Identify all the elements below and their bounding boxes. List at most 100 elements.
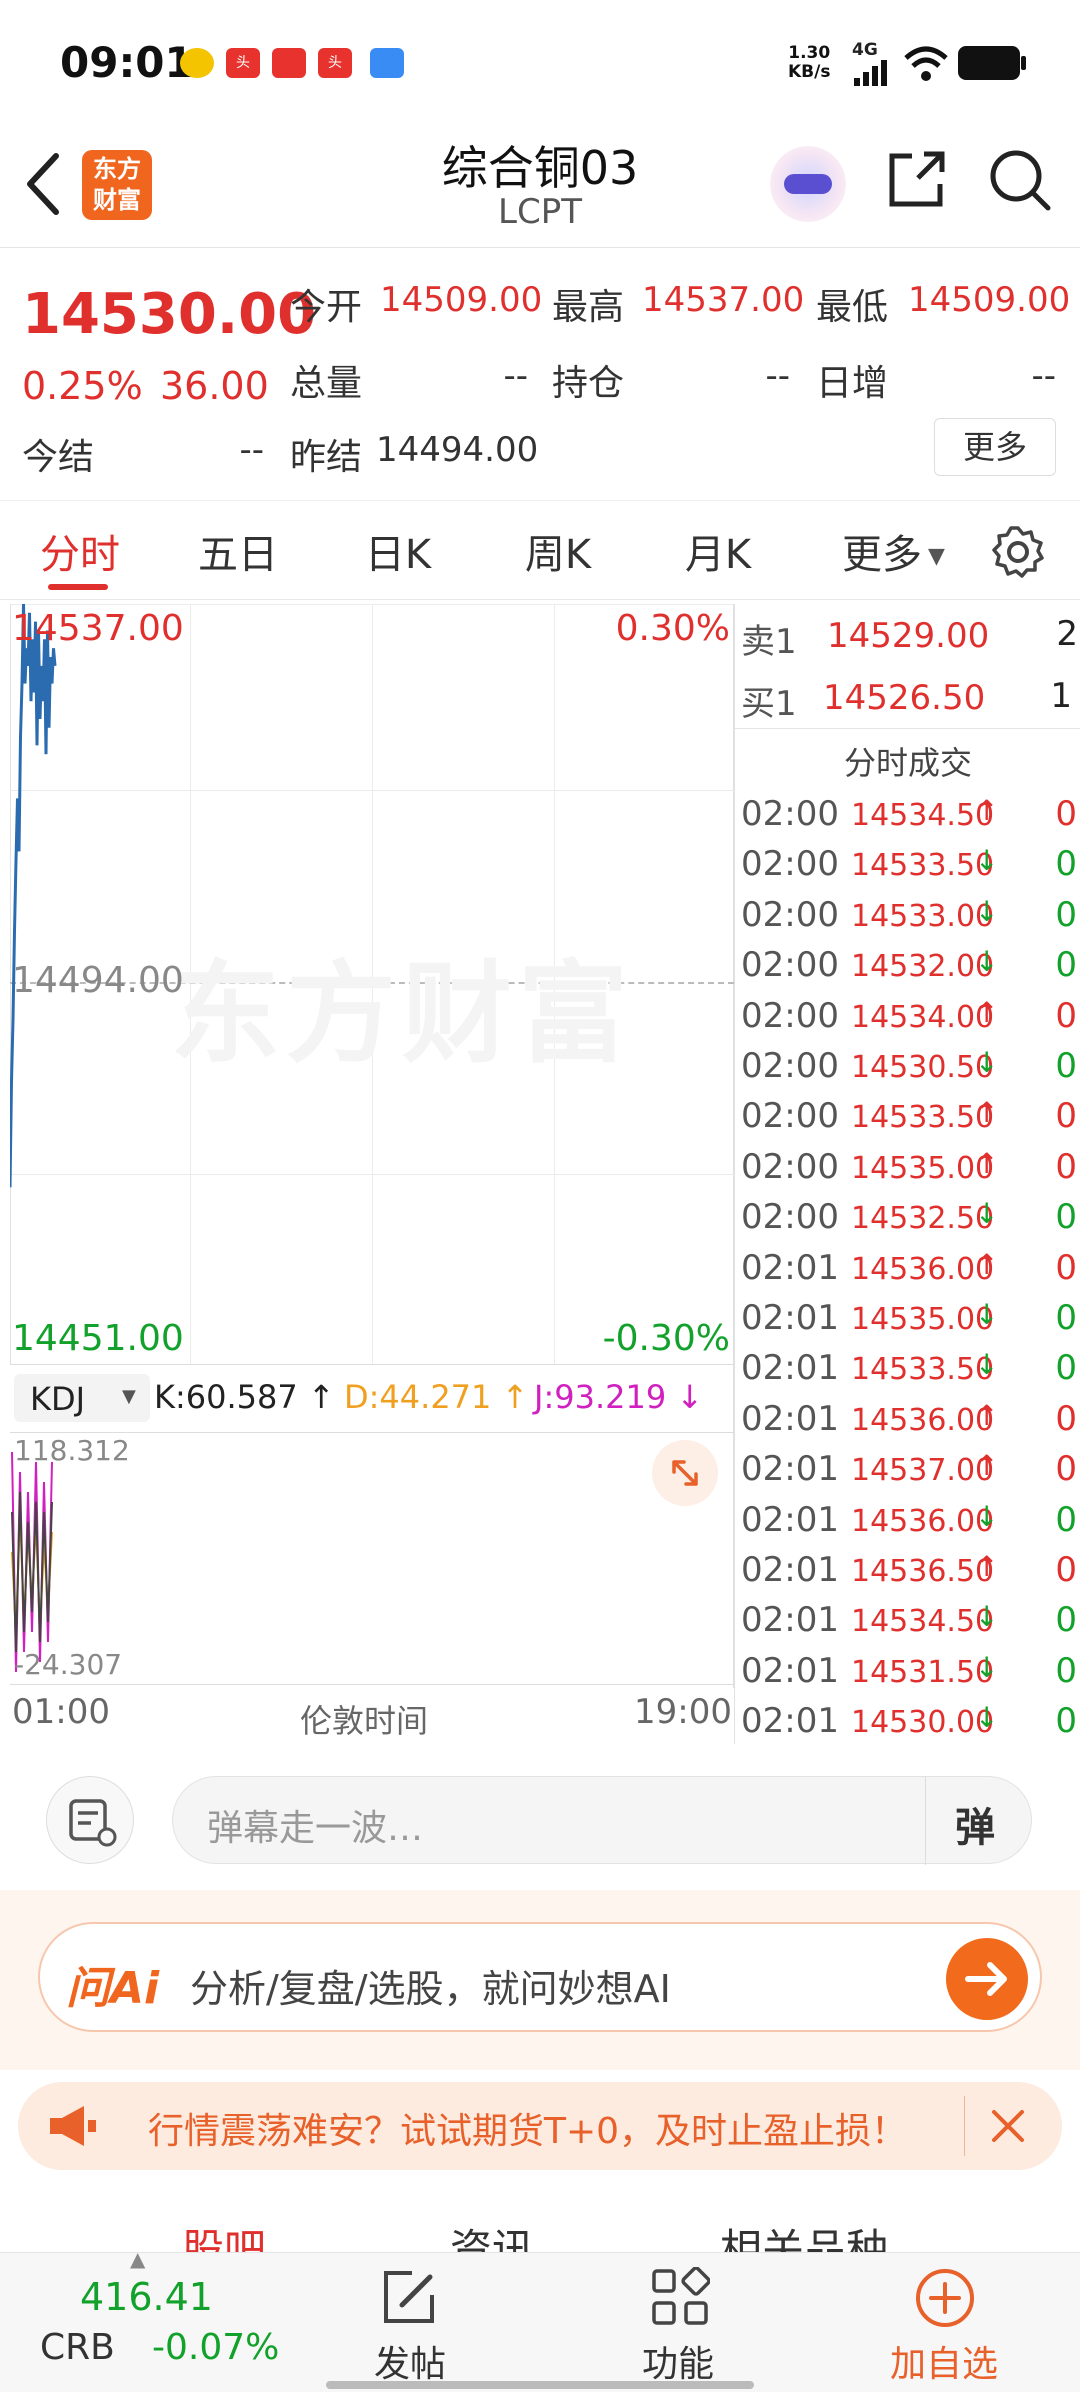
post-button[interactable]: 发帖 (350, 2253, 470, 2392)
bid-label: 买1 (741, 684, 797, 724)
tick-price: 14530.50 (851, 1050, 995, 1085)
ai-go-button[interactable] (946, 1938, 1028, 2020)
tick-volume: 0 (1055, 844, 1077, 885)
net-speed: 1.30 KB/s (788, 44, 830, 82)
tick-volume: 0 (1055, 1197, 1077, 1238)
toutiao-icon: 头 (226, 48, 260, 78)
tick-price: 14536.00 (851, 1503, 995, 1539)
plus-circle-icon (916, 2269, 974, 2327)
tick-direction-icon: ↓ (975, 1701, 999, 1735)
tick-price: 14535.00 (851, 1302, 995, 1337)
tab-guba[interactable]: 股吧 (182, 2216, 266, 2252)
tab-related[interactable]: 相关品种 (720, 2216, 888, 2252)
intraday-chart[interactable]: 东方财富 14537.00 0.30% 14494.00 14451.00 -0… (10, 604, 734, 1744)
net-speed-unit: KB/s (788, 62, 831, 82)
tick-row: 02:00 14534.50 ↑ 0 (735, 788, 1080, 838)
kdj-lines (11, 1451, 53, 1673)
function-button[interactable]: 功能 (620, 2253, 740, 2392)
add-watchlist-button[interactable]: 加自选 (870, 2253, 1020, 2392)
tick-row: 02:01 14536.00 ↑ 0 (735, 1393, 1080, 1443)
j-value: J:93.219 ↓ (534, 1378, 704, 1416)
expand-icon[interactable] (652, 1440, 718, 1506)
promo-text: 行情震荡难安？试试期货T+0，及时止盈止损！ (148, 2111, 908, 2152)
tick-direction-icon: ↓ (975, 1348, 999, 1382)
x-axis-start: 01:00 (12, 1692, 110, 1732)
close-icon[interactable] (988, 2106, 1028, 2146)
position-label: 持仓 (552, 363, 625, 404)
tick-direction-icon: ↓ (975, 1298, 999, 1331)
toutiao-lite-icon: 头 (318, 48, 352, 78)
tick-price: 14534.50 (851, 798, 995, 833)
tick-volume: 0 (1055, 894, 1077, 935)
tick-time: 02:01 (741, 1600, 839, 1641)
robot-assistant-icon[interactable] (770, 146, 846, 222)
tick-direction-icon: ↑ (975, 1398, 999, 1432)
tick-time: 02:01 (741, 1449, 839, 1490)
tick-row: 02:01 14531.50 ↓ 0 (735, 1645, 1080, 1695)
tick-row: 02:00 14534.00 ↑ 0 (735, 990, 1080, 1040)
tick-direction-icon: ↑ (975, 1550, 999, 1583)
tab-more[interactable]: 更多 (832, 522, 932, 580)
tick-time: 02:00 (741, 1046, 839, 1086)
status-bar: 09:01 头 头 1.30 KB/s 4G (0, 0, 1080, 120)
more-quote-button[interactable]: 更多 (934, 418, 1056, 476)
ticks-list[interactable]: 02:00 14534.50 ↑ 0 02:00 14533.50 ↓ 0 02:00 14533… (735, 788, 1080, 1748)
megaphone-icon (50, 2106, 96, 2146)
tick-row: 02:00 14532.50 ↓ 0 (735, 1191, 1080, 1241)
tab-active-indicator (48, 584, 108, 590)
crb-index-widget[interactable]: 416.41 CRB -0.07% (0, 2253, 279, 2392)
tick-time: 02:00 (741, 1096, 839, 1137)
tick-volume: 0 (1055, 1701, 1077, 1742)
chevron-down-icon: ▼ (928, 544, 945, 569)
d-value: D:44.271 ↑ (344, 1378, 529, 1416)
low-label: 最低 (816, 287, 889, 328)
tick-row: 02:00 14532.00 ↓ 0 (735, 939, 1080, 989)
crb-value: 416.41 (80, 2275, 213, 2319)
home-indicator (326, 2381, 754, 2389)
tick-price: 14536.50 (851, 1554, 995, 1589)
tick-direction-icon: ↓ (975, 945, 999, 979)
tick-price: 14534.50 (851, 1604, 995, 1640)
share-icon[interactable] (884, 148, 948, 212)
tab-weekly-k[interactable]: 周K (508, 522, 608, 580)
promo-banner[interactable]: 行情震荡难安？试试期货T+0，及时止盈止损！ (18, 2082, 1062, 2170)
add-watchlist-label: 加自选 (890, 2344, 999, 2385)
tick-volume: 0 (1055, 1550, 1077, 1590)
ai-ask-bar[interactable]: 问Ai 分析/复盘/选股，就问妙想AI (38, 1922, 1042, 2032)
kdj-bottom-value: -24.307 (14, 1648, 123, 1681)
tab-news[interactable]: 资讯 (450, 2216, 534, 2252)
danmu-placeholder: 弹幕走一波… (207, 1808, 424, 1849)
danmu-toggle-button[interactable]: 弹 (955, 1795, 995, 1853)
tab-monthly-k[interactable]: 月K (668, 522, 768, 580)
tick-volume: 0 (1055, 1046, 1077, 1086)
tick-direction-icon: ↑ (975, 1449, 999, 1483)
indicator-label: KDJ (30, 1380, 86, 1418)
tick-price: 14534.00 (851, 999, 995, 1035)
search-icon[interactable] (986, 146, 1054, 214)
order-book: 卖1 14529.00 2 买1 14526.50 1 分时成交 02:00 14… (734, 604, 1080, 1744)
last-price: 14530.00 (22, 282, 317, 347)
tick-price: 14533.50 (851, 848, 995, 884)
tick-direction-icon: ↑ (975, 1146, 999, 1180)
status-time: 09:01 (60, 38, 194, 87)
comment-list-icon[interactable] (46, 1776, 134, 1864)
tick-volume: 0 (1055, 1146, 1077, 1187)
tab-daily-k[interactable]: 日K (348, 522, 448, 580)
tick-time: 02:00 (741, 995, 839, 1036)
daily-increase-value: -- (1031, 356, 1056, 396)
prev-settle-value: 14494.00 (376, 430, 539, 470)
danmu-input[interactable]: 弹幕走一波… 弹 (172, 1776, 1032, 1865)
tick-price: 14530.00 (851, 1705, 995, 1741)
signal-icon (854, 60, 887, 86)
tab-five-day[interactable]: 五日 (188, 522, 288, 580)
net-speed-value: 1.30 (788, 43, 831, 63)
tab-intraday[interactable]: 分时 (30, 522, 130, 580)
gear-icon[interactable] (990, 524, 1046, 580)
tick-direction-icon: ↓ (975, 1197, 999, 1231)
chart-top-price: 14537.00 (12, 608, 184, 649)
indicator-selector[interactable]: KDJ ▼ (14, 1374, 150, 1422)
chart-top-pct: 0.30% (615, 608, 730, 649)
arrow-right-icon (965, 1962, 1007, 1996)
chart-bottom-price: 14451.00 (12, 1318, 184, 1359)
tick-row: 02:00 14535.00 ↑ 0 (735, 1141, 1080, 1191)
